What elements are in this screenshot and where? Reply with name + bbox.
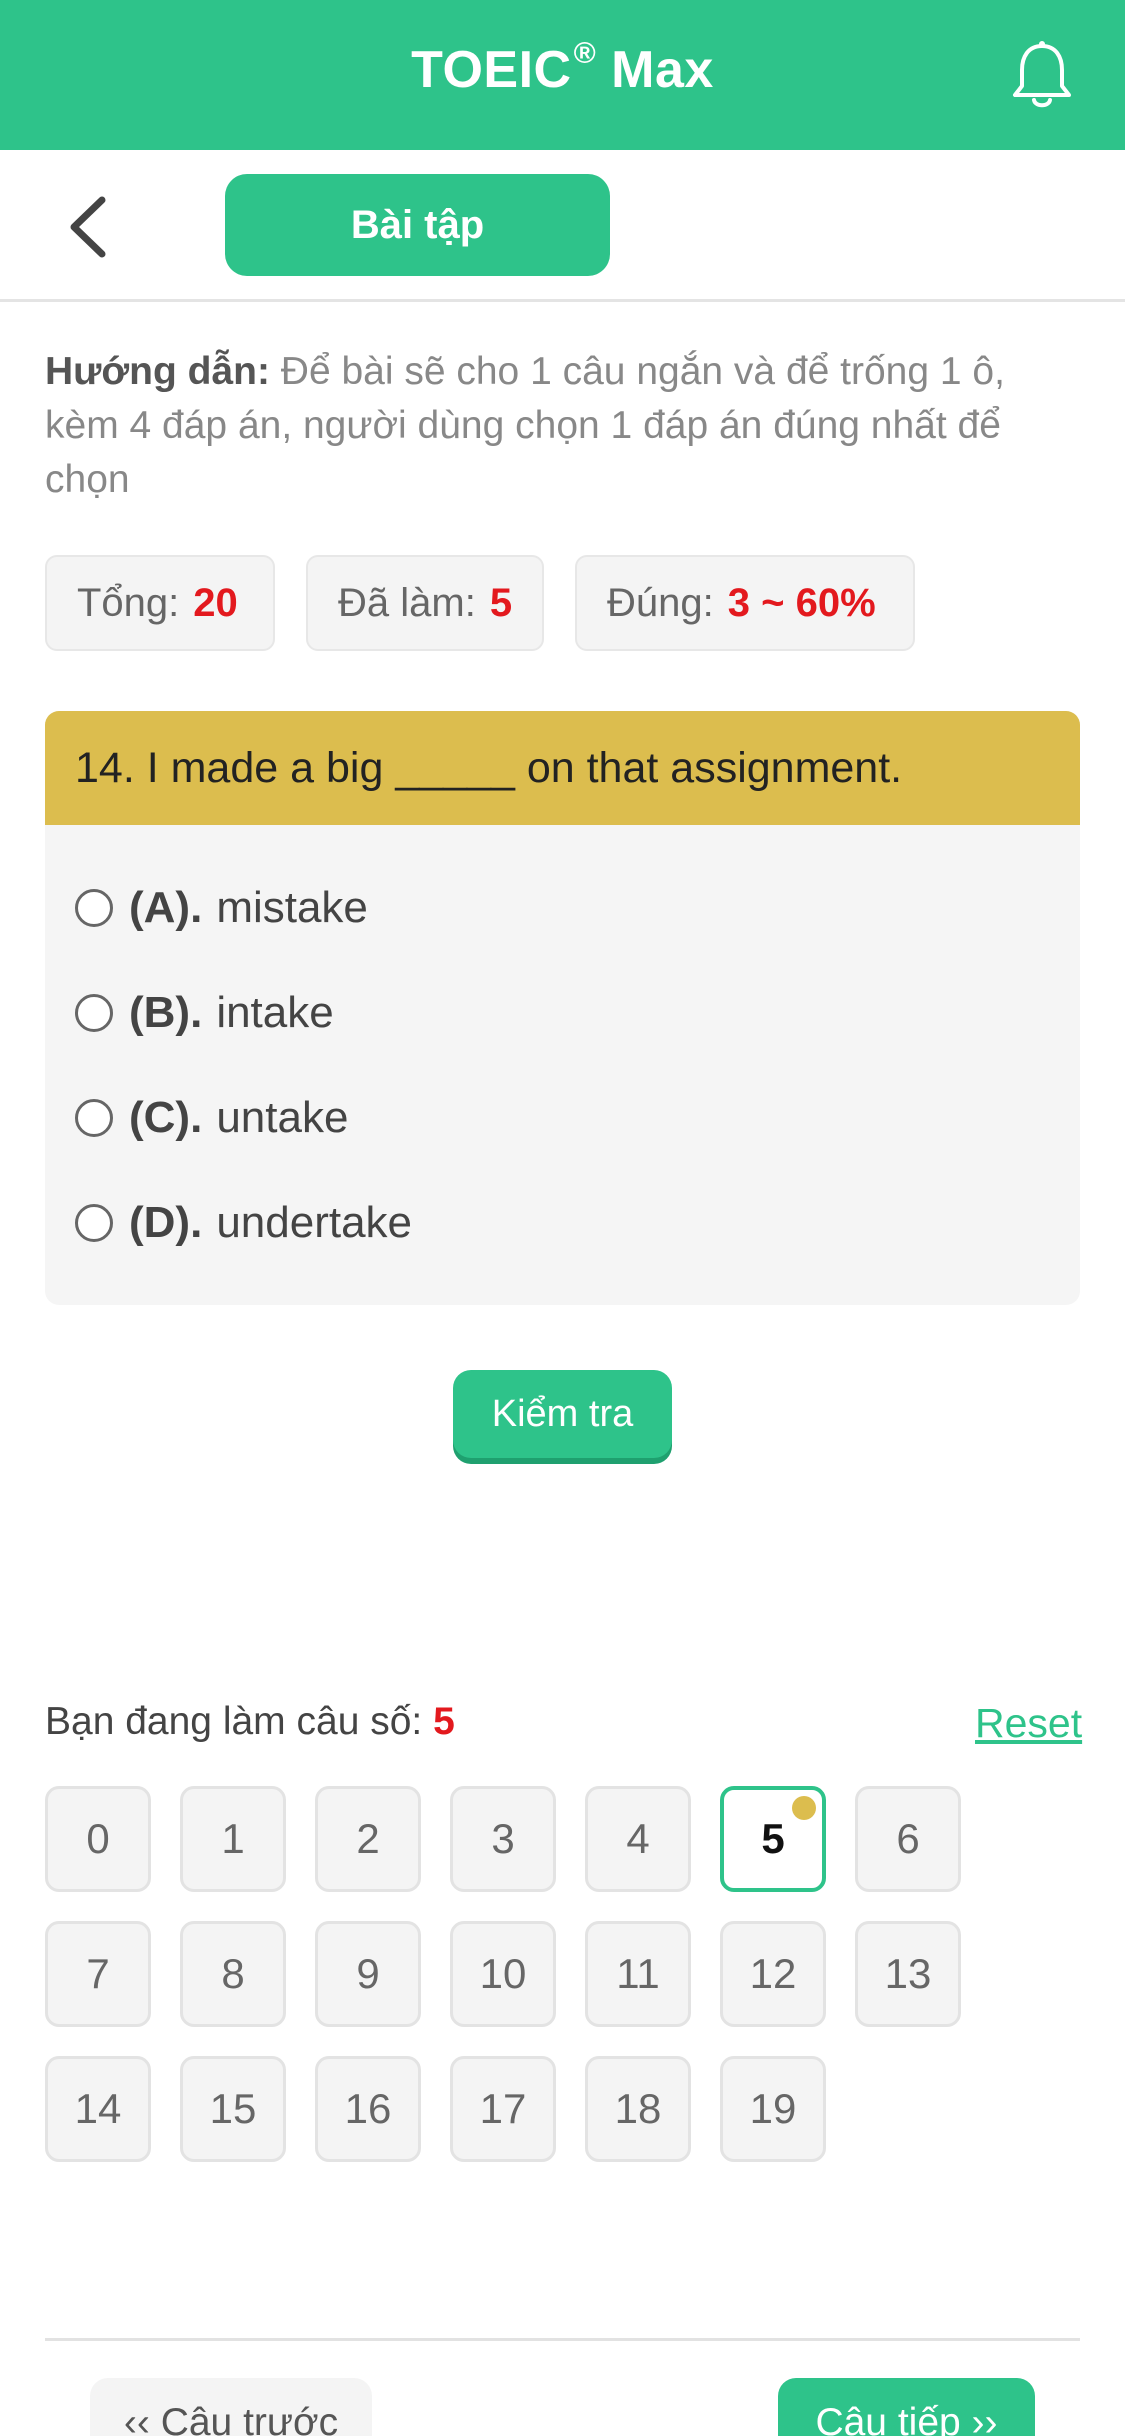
- stat-done-value: 5: [489, 580, 513, 625]
- option-letter: (C).: [129, 1093, 203, 1142]
- stat-done: Đã làm: 5: [306, 555, 544, 651]
- question-number-button[interactable]: 18: [585, 2056, 691, 2162]
- question-number-label: 5: [761, 1815, 785, 1862]
- app-title-suffix: Max: [596, 41, 714, 99]
- current-marker-dot: [792, 1796, 816, 1820]
- instructions: Hướng dẫn: Để bài sẽ cho 1 câu ngắn và đ…: [45, 345, 1085, 507]
- question-number-button[interactable]: 17: [450, 2056, 556, 2162]
- tab-exercise[interactable]: Bài tập: [225, 174, 610, 276]
- question-number-button[interactable]: 16: [315, 2056, 421, 2162]
- option-letter: (D).: [129, 1198, 203, 1247]
- current-question-indicator: Bạn đang làm câu số: 5: [45, 1700, 455, 1744]
- check-button[interactable]: Kiểm tra: [453, 1370, 672, 1458]
- question-number-button[interactable]: 11: [585, 1921, 691, 2027]
- stat-total: Tổng: 20: [45, 555, 275, 651]
- question-number-button-active[interactable]: 5: [720, 1786, 826, 1892]
- option-a[interactable]: (A). mistake: [75, 873, 368, 943]
- radio-icon[interactable]: [75, 1204, 113, 1242]
- stat-total-label: Tổng:: [77, 580, 180, 625]
- question-number-button[interactable]: 13: [855, 1921, 961, 2027]
- stat-total-value: 20: [193, 580, 238, 625]
- option-text: mistake: [216, 883, 368, 932]
- radio-icon[interactable]: [75, 1099, 113, 1137]
- question-number-button[interactable]: 6: [855, 1786, 961, 1892]
- question-number-button[interactable]: 1: [180, 1786, 286, 1892]
- stat-correct-value: 3 ~ 60%: [727, 580, 876, 625]
- question-number-button[interactable]: 10: [450, 1921, 556, 2027]
- bell-icon[interactable]: [1010, 40, 1074, 112]
- option-d[interactable]: (D). undertake: [75, 1188, 412, 1258]
- app-bar: TOEIC® Max: [0, 0, 1125, 150]
- question-number-button[interactable]: 7: [45, 1921, 151, 2027]
- radio-icon[interactable]: [75, 994, 113, 1032]
- question-number-button[interactable]: 12: [720, 1921, 826, 2027]
- option-letter: (B).: [129, 988, 203, 1037]
- question-number-button[interactable]: 0: [45, 1786, 151, 1892]
- question-text: 14. I made a big _____ on that assignmen…: [45, 711, 1080, 825]
- next-question-button[interactable]: Câu tiếp ››: [778, 2378, 1035, 2436]
- registered-mark: ®: [573, 36, 597, 70]
- question-number-button[interactable]: 4: [585, 1786, 691, 1892]
- question-number-button[interactable]: 3: [450, 1786, 556, 1892]
- question-card: 14. I made a big _____ on that assignmen…: [45, 711, 1080, 1305]
- question-number-button[interactable]: 9: [315, 1921, 421, 2027]
- option-c[interactable]: (C). untake: [75, 1083, 348, 1153]
- app-title-text: TOEIC: [411, 41, 572, 99]
- previous-question-button[interactable]: ‹‹ Câu trước: [90, 2378, 372, 2436]
- current-question-label: Bạn đang làm câu số:: [45, 1700, 423, 1743]
- stat-correct: Đúng: 3 ~ 60%: [575, 555, 915, 651]
- option-text: undertake: [216, 1198, 413, 1247]
- option-text: intake: [216, 988, 334, 1037]
- sub-header: Bài tập: [0, 150, 1125, 302]
- app-title: TOEIC® Max: [0, 36, 1125, 100]
- back-arrow-icon[interactable]: [60, 192, 120, 262]
- divider: [45, 2338, 1080, 2341]
- current-question-value: 5: [433, 1700, 455, 1743]
- radio-icon[interactable]: [75, 889, 113, 927]
- option-b[interactable]: (B). intake: [75, 978, 334, 1048]
- question-number-button[interactable]: 2: [315, 1786, 421, 1892]
- stat-correct-label: Đúng:: [607, 580, 714, 625]
- reset-link[interactable]: Reset: [975, 1700, 1082, 1747]
- question-number-button[interactable]: 14: [45, 2056, 151, 2162]
- question-number-button[interactable]: 8: [180, 1921, 286, 2027]
- option-text: untake: [216, 1093, 349, 1142]
- option-letter: (A).: [129, 883, 203, 932]
- question-number-button[interactable]: 15: [180, 2056, 286, 2162]
- question-number-button[interactable]: 19: [720, 2056, 826, 2162]
- stat-done-label: Đã làm:: [338, 580, 476, 625]
- instructions-label: Hướng dẫn:: [45, 350, 270, 393]
